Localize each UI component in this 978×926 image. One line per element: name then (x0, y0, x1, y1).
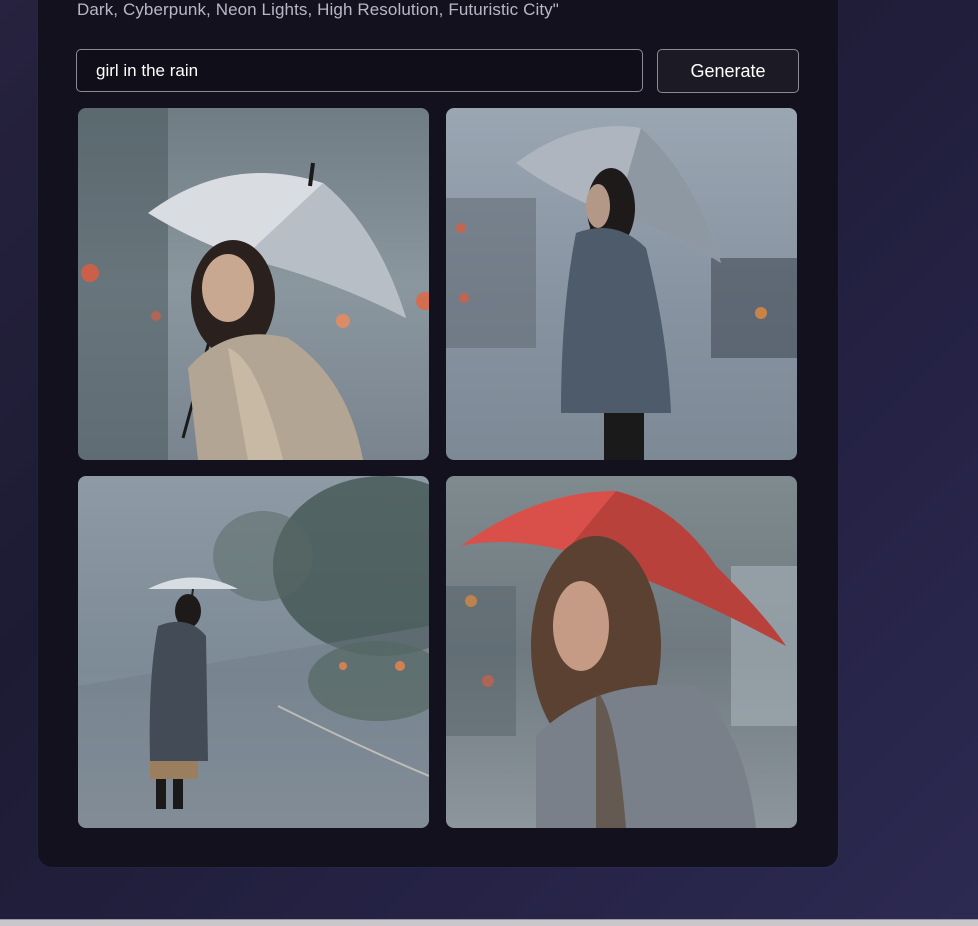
generated-image-4[interactable] (446, 476, 797, 828)
generated-image-2-art (446, 108, 797, 460)
generated-image-4-art (446, 476, 797, 828)
generate-button[interactable]: Generate (657, 49, 799, 93)
generated-image-2[interactable] (446, 108, 797, 460)
generated-image-1[interactable] (78, 108, 429, 460)
prompt-hint: Dark, Cyberpunk, Neon Lights, High Resol… (77, 0, 559, 19)
generated-image-1-art (78, 108, 429, 460)
prompt-input[interactable] (76, 49, 643, 92)
generated-image-3[interactable] (78, 476, 429, 828)
generated-image-3-art (78, 476, 429, 828)
